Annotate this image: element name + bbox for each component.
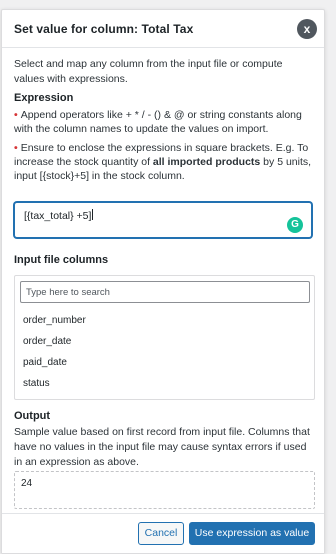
- column-item-order-date[interactable]: order_date: [23, 335, 308, 356]
- output-preview: 24: [14, 471, 315, 509]
- input-file-columns-label: Input file columns: [14, 254, 109, 266]
- use-expression-button[interactable]: Use expression as value: [189, 522, 315, 545]
- input-columns-panel: order_number order_date paid_date status: [14, 275, 315, 400]
- expression-hint-operators: • Append operators like + * / - () & @ or…: [14, 109, 302, 135]
- expression-input[interactable]: [{tax_total} +5] G: [14, 202, 312, 238]
- modal-header: Set value for column: Total Tax x: [2, 10, 324, 48]
- modal-description: Select and map any column from the input…: [14, 58, 283, 85]
- output-label: Output: [14, 410, 51, 422]
- bullet-dot-icon: •: [14, 109, 18, 121]
- output-value: 24: [21, 478, 33, 489]
- column-item-status[interactable]: status: [23, 377, 308, 398]
- close-icon: x: [303, 22, 311, 36]
- grammarly-icon[interactable]: G: [287, 217, 303, 233]
- cancel-button[interactable]: Cancel: [138, 522, 184, 545]
- close-button[interactable]: x: [297, 19, 317, 39]
- column-item-paid-date[interactable]: paid_date: [23, 356, 308, 377]
- output-description: Sample value based on first record from …: [14, 426, 310, 468]
- modal-footer: Cancel Use expression as value: [2, 513, 324, 553]
- expression-input-value: [{tax_total} +5]: [24, 209, 94, 222]
- set-column-value-modal: Set value for column: Total Tax x Select…: [1, 9, 325, 554]
- modal-body: Select and map any column from the input…: [14, 57, 314, 188]
- bullet-dot-icon: •: [14, 142, 18, 154]
- column-item-order-number[interactable]: order_number: [23, 314, 308, 335]
- expression-hint-brackets: • Ensure to enclose the expressions in sq…: [14, 142, 312, 182]
- modal-title: Set value for column: Total Tax: [14, 22, 194, 36]
- column-search-input[interactable]: [20, 281, 310, 303]
- text-caret: [92, 209, 94, 220]
- expression-label: Expression: [14, 92, 74, 104]
- column-list: order_number order_date paid_date status: [23, 314, 308, 398]
